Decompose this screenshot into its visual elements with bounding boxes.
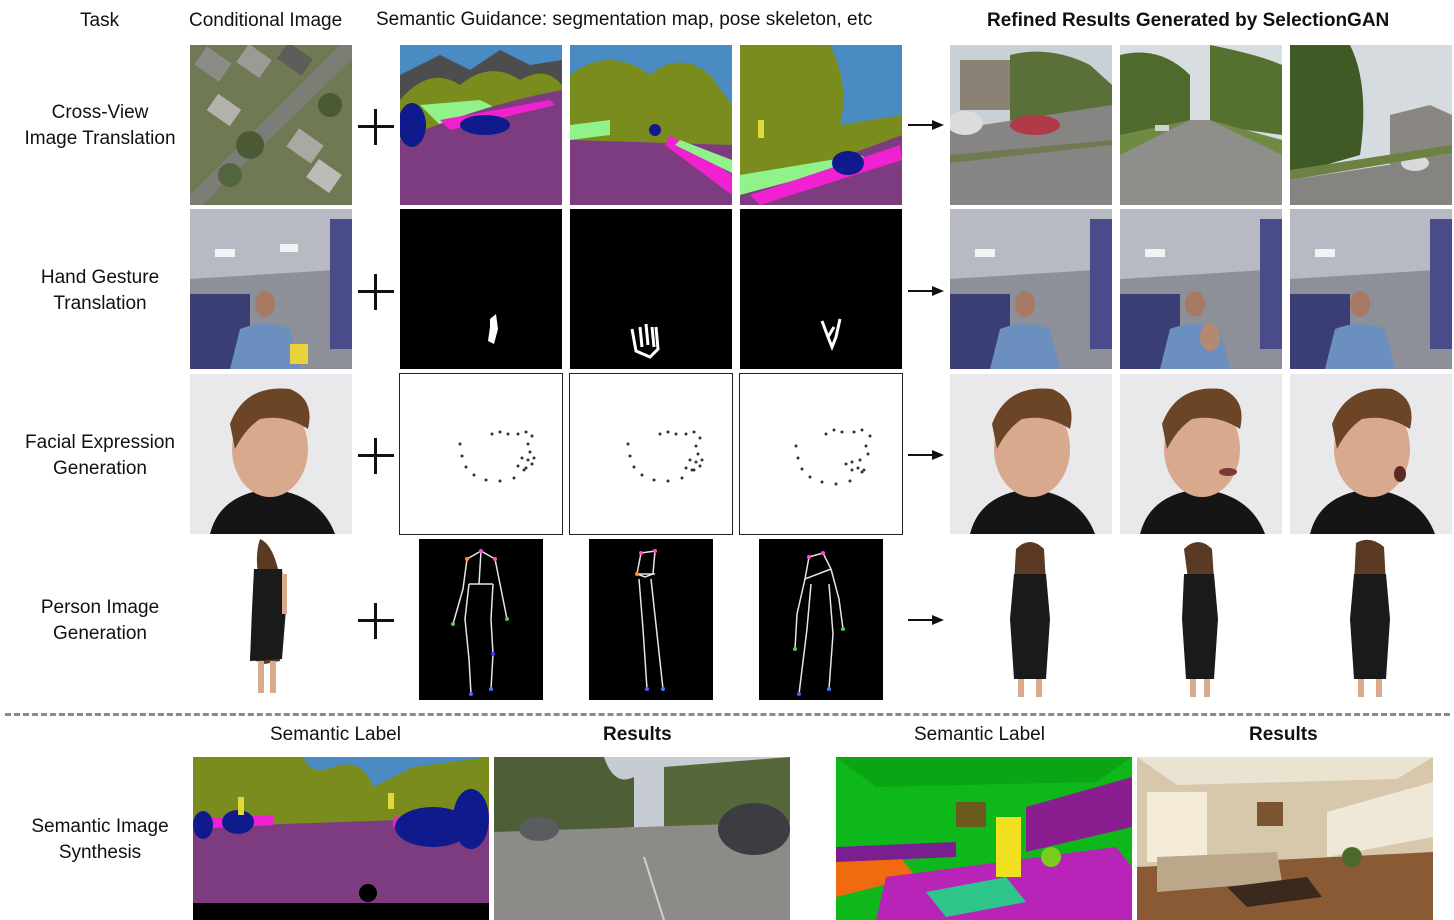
- task-semantic-image-synthesis: Semantic Image Synthesis: [10, 814, 190, 866]
- header-semantic-guidance: Semantic Guidance: segmentation map, pos…: [376, 9, 873, 30]
- office-result-image: [1290, 209, 1452, 369]
- office-result-image: [1120, 209, 1282, 369]
- cityscapes-label-map: [193, 757, 489, 920]
- street-result-image: [950, 45, 1112, 205]
- segmentation-map: [740, 45, 902, 205]
- street-result-image: [1120, 45, 1282, 205]
- facial-landmarks: [569, 373, 733, 535]
- task-cross-view: Cross-View Image Translation: [10, 100, 190, 152]
- office-photo: [190, 209, 352, 369]
- aerial-image: [190, 45, 352, 205]
- arrow-icon: [908, 615, 944, 625]
- hand-mask: [740, 209, 902, 369]
- task-line: Hand Gesture: [40, 267, 160, 288]
- arrow-icon: [908, 286, 944, 296]
- face-result-image: [950, 374, 1112, 534]
- pose-skeleton: [419, 539, 543, 700]
- plus-icon: [358, 603, 394, 639]
- hand-mask: [570, 209, 732, 369]
- results-left: Results: [603, 724, 672, 745]
- section-divider: [5, 713, 1450, 716]
- indoor-result: [1137, 757, 1433, 920]
- indoor-label-map: [836, 757, 1132, 920]
- task-facial-expression: Facial Expression Generation: [10, 430, 190, 482]
- hand-mask: [400, 209, 562, 369]
- task-line: Synthesis: [58, 842, 142, 863]
- task-line: Semantic Image: [31, 816, 169, 837]
- semantic-label-left: Semantic Label: [270, 724, 401, 745]
- face-result-image: [1120, 374, 1282, 534]
- segmentation-map: [570, 45, 732, 205]
- pose-skeleton: [589, 539, 713, 700]
- arrow-icon: [908, 120, 944, 130]
- task-line: Translation: [53, 293, 147, 314]
- task-line: Generation: [52, 623, 147, 644]
- header-refined-results: Refined Results Generated by SelectionGA…: [987, 10, 1390, 31]
- task-line: Generation: [52, 458, 147, 479]
- task-person-image: Person Image Generation: [10, 595, 190, 647]
- results-right: Results: [1249, 724, 1318, 745]
- header-task: Task: [80, 10, 120, 31]
- office-result-image: [950, 209, 1112, 369]
- face-result-image: [1290, 374, 1452, 534]
- task-line: Person Image: [40, 597, 160, 618]
- task-line: Facial Expression: [25, 432, 175, 453]
- header-conditional-image: Conditional Image: [189, 10, 343, 31]
- person-result-image: [970, 539, 1092, 699]
- task-line: Image Translation: [24, 128, 176, 149]
- person-result-image: [1140, 539, 1262, 699]
- facial-landmarks: [399, 373, 563, 535]
- pose-skeleton: [759, 539, 883, 700]
- task-hand-gesture: Hand Gesture Translation: [10, 265, 190, 317]
- arrow-icon: [908, 450, 944, 460]
- plus-icon: [358, 274, 394, 310]
- cityscapes-result: [494, 757, 790, 920]
- face-photo: [190, 374, 352, 534]
- person-result-image: [1310, 539, 1432, 699]
- facial-landmarks: [739, 373, 903, 535]
- plus-icon: [358, 109, 394, 145]
- semantic-label-right: Semantic Label: [914, 724, 1045, 745]
- plus-icon: [358, 438, 394, 474]
- segmentation-map: [400, 45, 562, 205]
- task-line: Cross-View: [51, 102, 149, 123]
- street-result-image: [1290, 45, 1452, 205]
- person-photo: [210, 539, 332, 699]
